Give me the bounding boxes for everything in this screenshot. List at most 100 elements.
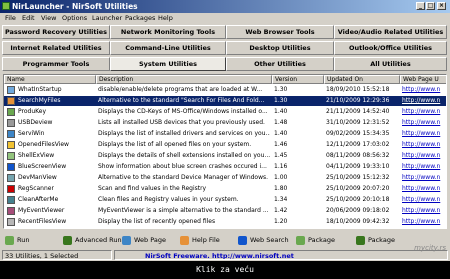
utility-icon [7,174,15,182]
row-web-page: http://www.n [402,141,441,148]
row-description: Alternative to the standard "Search For … [98,97,265,104]
advanced-run-button[interactable]: Advanced Run [63,234,122,246]
row-name: CleanAfterMe [18,196,59,203]
column-header-updated[interactable]: Updated On [324,75,400,84]
web-search-button[interactable]: Web Search [238,234,289,246]
help-file-button[interactable]: Help File [180,234,220,246]
table-row[interactable]: USBDeview Lists all installed USB devices… [4,118,446,128]
row-name: DevManView [18,174,57,181]
package-1-icon [296,235,305,245]
menu-launcher[interactable]: Launcher [92,13,122,23]
status-credit[interactable]: NirSoft Freeware. http://www.nirsoft.net [114,250,448,260]
package-button-1[interactable]: Package [296,234,335,246]
table-row[interactable]: OpenedFilesView Displays the list of all … [4,140,446,150]
row-version: 1.40 [274,108,288,115]
tab-web-browser[interactable]: Web Browser Tools [226,25,334,39]
row-updated: 18/10/2009 09:42:32 [326,218,390,225]
row-updated: 18/09/2010 15:52:18 [326,86,390,93]
utility-icon [7,185,15,193]
row-name: BlueScreenView [18,163,67,170]
list-header: Name Description Version Updated On Web … [4,75,446,84]
minimize-button[interactable]: _ [416,2,425,10]
row-description: Display the list of recently opened file… [98,218,216,225]
table-row[interactable]: RegScanner Scan and find values in the Re… [4,184,446,194]
row-name: MyEventViewer [18,207,65,214]
tab-programmer-tools[interactable]: Programmer Tools [2,57,110,71]
table-row[interactable]: RecentFilesView Display the list of recen… [4,217,446,227]
row-updated: 09/02/2009 15:34:35 [326,130,390,137]
utility-icon [7,130,15,138]
column-header-web-page[interactable]: Web Page U [400,75,446,84]
title-bar: NirLauncher - NirSoft Utilities _ □ × [0,0,450,13]
row-web-page: http://www.n [402,130,441,137]
menu-options[interactable]: Options [62,13,87,23]
row-name: ProduKey [18,108,47,115]
utility-icon [7,163,15,171]
menu-help[interactable]: Help [158,13,173,23]
table-row[interactable]: DevManView Alternative to the standard De… [4,173,446,183]
row-web-page: http://www.n [402,196,441,203]
web-page-icon [122,235,131,245]
row-description: Displays the list of all opened files on… [98,141,252,148]
row-updated: 20/06/2009 09:18:02 [326,207,390,214]
row-version: 1.16 [274,163,288,170]
row-name: USBDeview [18,119,53,126]
menu-view[interactable]: View [41,13,56,23]
table-row[interactable]: MyEventViewer MyEventViewer is a simple a… [4,206,446,216]
row-updated: 21/11/2009 14:52:40 [326,108,390,115]
status-count: 33 Utilities, 1 Selected [2,250,112,260]
row-web-page: http://www.n [402,174,441,181]
close-button[interactable]: × [437,2,446,10]
row-version: 1.46 [274,141,288,148]
row-updated: 25/10/2009 20:07:20 [326,185,390,192]
utility-icon [7,86,15,94]
tab-other-utilities[interactable]: Other Utilities [226,57,334,71]
row-version: 1.30 [274,86,288,93]
package-2-icon [356,235,365,245]
app-window: NirLauncher - NirSoft Utilities _ □ × Fi… [0,0,450,261]
menu-packages[interactable]: Packages [125,13,155,23]
tab-video-audio[interactable]: Video/Audio Related Utilities [334,25,447,39]
row-name: WhatInStartup [18,86,62,93]
tab-password-recovery[interactable]: Password Recovery Utilities [2,25,110,39]
column-header-description[interactable]: Description [96,75,272,84]
table-row[interactable]: SearchMyFiles Alternative to the standard… [4,96,446,106]
menu-file[interactable]: File [5,13,16,23]
bottom-toolbar: Run Advanced Run Web Page Help File Web Sear… [0,231,450,249]
tab-system-utilities[interactable]: System Utilities [110,57,226,71]
tab-outlook-office[interactable]: Outlook/Office Utilities [334,41,447,55]
run-button[interactable]: Run [5,234,29,246]
row-web-page: http://www.n [402,119,441,126]
package-button-2[interactable]: Package [356,234,395,246]
row-description: disable/enable/delete programs that are … [98,86,263,93]
window-title: NirLauncher - NirSoft Utilities [12,2,138,11]
table-row[interactable]: CleanAfterMe Clean files and Registry val… [4,195,446,205]
tab-command-line[interactable]: Command-Line Utilities [110,41,226,55]
utilities-list[interactable]: Name Description Version Updated On Web … [3,74,447,229]
table-row[interactable]: BlueScreenView Show information about blu… [4,162,446,172]
utility-icon [7,207,15,215]
toolbar-label: Package [368,236,395,244]
maximize-button[interactable]: □ [426,2,435,10]
row-version: 1.45 [274,152,288,159]
tab-internet-related[interactable]: Internet Related Utilities [2,41,110,55]
status-bar: 33 Utilities, 1 Selected NirSoft Freewar… [0,249,450,261]
web-page-button[interactable]: Web Page [122,234,166,246]
tab-desktop[interactable]: Desktop Utilities [226,41,334,55]
row-version: 1.42 [274,207,288,214]
caption-link[interactable]: Klik za veću [0,261,450,279]
column-header-name[interactable]: Name [4,75,96,84]
table-row[interactable]: ProduKey Displays the CD-Keys of MS-Offic… [4,107,446,117]
app-icon [2,2,10,10]
tab-all-utilities[interactable]: All Utilities [334,57,447,71]
table-row[interactable]: ServiWin Displays the list of installed d… [4,129,446,139]
tab-network-monitoring[interactable]: Network Monitoring Tools [110,25,226,39]
menu-edit[interactable]: Edit [22,13,35,23]
row-description: Show information about blue screen crash… [98,163,267,170]
row-updated: 08/11/2009 08:56:32 [326,152,390,159]
table-row[interactable]: ShellExView Displays the details of shell… [4,151,446,161]
table-row[interactable]: WhatInStartup disable/enable/delete progr… [4,85,446,95]
column-header-version[interactable]: Version [272,75,324,84]
row-updated: 12/11/2009 17:03:02 [326,141,390,148]
row-description: MyEventViewer is a simple alternative to… [98,207,269,214]
